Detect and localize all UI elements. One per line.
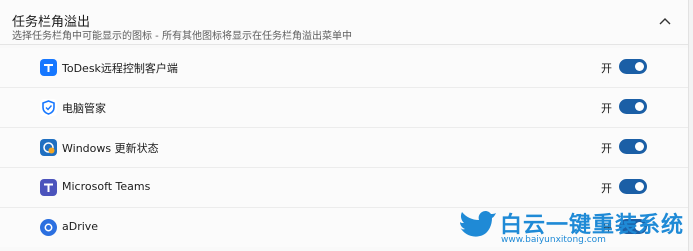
list-item-todesk: ToDesk远程控制客户端 开 (0, 48, 688, 88)
section-header[interactable]: 任务栏角溢出 选择任务栏角中可能显示的图标 - 所有其他图标将显示在任务栏角溢出… (0, 0, 688, 45)
toggle-state-text: 开 (601, 62, 612, 75)
chevron-up-icon[interactable] (656, 12, 674, 30)
adrive-icon (40, 219, 57, 236)
list-item-windows-update: Windows 更新状态 开 (0, 128, 688, 168)
item-label: Microsoft Teams (62, 180, 151, 193)
watermark-logo: 白云一键重装系统 www.baiyunxitong.com (448, 205, 693, 251)
item-label: aDrive (62, 220, 99, 233)
pc-manager-shield-icon (40, 99, 57, 116)
teams-icon (40, 179, 57, 196)
toggle-switch[interactable] (619, 139, 647, 154)
watermark-url: www.baiyunxitong.com (501, 235, 606, 245)
toggle-state-text: 开 (601, 142, 612, 155)
windows-update-icon (40, 139, 57, 156)
item-label: Windows 更新状态 (62, 142, 159, 155)
toggle-switch[interactable] (619, 99, 647, 114)
bird-logo-icon (456, 205, 496, 245)
list-item-pc-manager: 电脑管家 开 (0, 88, 688, 128)
toggle-state-text: 开 (601, 102, 612, 115)
item-label: 电脑管家 (62, 102, 106, 115)
toggle-switch[interactable] (619, 59, 647, 74)
todesk-icon (40, 59, 57, 76)
toggle-switch[interactable] (619, 179, 647, 194)
item-label: ToDesk远程控制客户端 (62, 62, 178, 75)
toggle-state-text: 开 (601, 182, 612, 195)
section-subtitle: 选择任务栏角中可能显示的图标 - 所有其他图标将显示在任务栏角溢出菜单中 (12, 31, 352, 42)
list-item-microsoft-teams: Microsoft Teams 开 (0, 168, 688, 208)
